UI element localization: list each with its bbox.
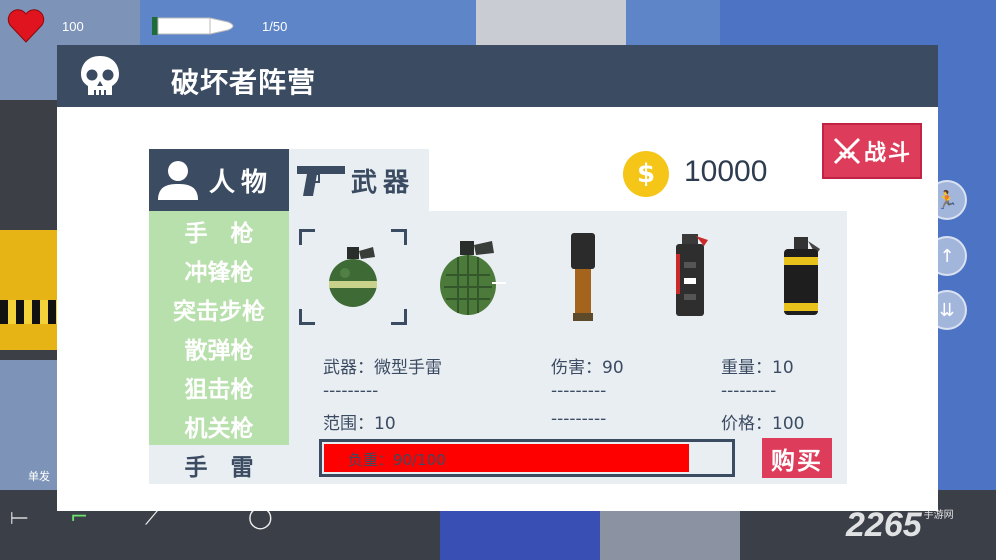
ground-blue xyxy=(440,510,600,560)
taxi xyxy=(0,230,60,350)
stat-damage: 伤害：90 xyxy=(551,358,624,378)
fire-mode-label: 单发 xyxy=(28,470,50,483)
coin-symbol: $ xyxy=(636,159,656,189)
pistol-icon xyxy=(297,166,345,196)
category-list: 手 枪 冲锋枪 突击步枪 散弹枪 狙击枪 机关枪 手 雷 xyxy=(149,211,289,484)
shoe-icon: ⇊ xyxy=(939,299,955,321)
category-label: 手 枪 xyxy=(184,220,254,247)
weapon-shop-modal: 破坏者阵营 战斗 $ 10000 人物 武器 手 枪 冲锋枪 突击步枪 散弹枪 … xyxy=(57,45,938,511)
watermark-sub: 手游网 xyxy=(923,510,954,521)
category-sniper[interactable]: 狙击枪 xyxy=(149,367,289,406)
bullet-icon xyxy=(152,17,234,35)
fight-label: 战斗 xyxy=(863,141,912,166)
watermark: 2265 手游网 xyxy=(846,506,954,545)
stat-price: 价格：100 xyxy=(721,414,805,434)
money-amount: 10000 xyxy=(684,155,768,188)
category-label: 突击步枪 xyxy=(173,298,265,325)
item-frag-grenade-small[interactable] xyxy=(299,229,407,325)
modal-title: 破坏者阵营 xyxy=(171,66,317,99)
item-flashbang[interactable] xyxy=(639,229,747,325)
item-frag-grenade[interactable] xyxy=(417,229,525,325)
ammo-counter: 1/50 xyxy=(262,19,288,34)
running-person-icon: 🏃 xyxy=(935,189,959,211)
category-label: 散弹枪 xyxy=(184,337,254,364)
stat-placeholder: --------- xyxy=(551,409,607,429)
load-label: 负重：90/100 xyxy=(348,451,446,469)
smoke-grenade-icon xyxy=(784,237,820,315)
selection-corner xyxy=(299,309,315,325)
category-shotgun[interactable]: 散弹枪 xyxy=(149,328,289,367)
selection-corner xyxy=(299,229,315,245)
heart-icon xyxy=(7,9,45,43)
weapon-panel: 武器：微型手雷 伤害：90 重量：10 --------- --------- … xyxy=(289,211,847,484)
category-assault-rifle[interactable]: 突击步枪 xyxy=(149,289,289,328)
flashbang-icon xyxy=(676,234,708,316)
tab-person[interactable]: 人物 xyxy=(149,149,289,211)
stat-weapon-name: 武器：微型手雷 xyxy=(323,358,442,378)
category-grenade[interactable]: 手 雷 xyxy=(149,445,289,484)
pillar xyxy=(476,0,626,46)
buy-button[interactable]: 购买 xyxy=(762,438,832,478)
category-label: 机关枪 xyxy=(184,415,254,442)
stat-range: 范围：10 xyxy=(323,414,396,434)
frag-grenade-small-icon xyxy=(329,247,377,307)
tab-weapon-label: 武器 xyxy=(351,167,416,198)
category-machine-gun[interactable]: 机关枪 xyxy=(149,406,289,445)
crossed-swords-icon xyxy=(833,137,861,165)
category-label: 狙击枪 xyxy=(184,376,254,403)
category-label: 手 雷 xyxy=(184,454,254,481)
item-list xyxy=(297,229,837,329)
item-stick-grenade[interactable] xyxy=(529,229,637,325)
fight-button[interactable]: 战斗 xyxy=(822,123,922,179)
stat-weight: 重量：10 xyxy=(721,358,794,378)
stick-grenade-icon xyxy=(571,233,595,321)
person-icon xyxy=(158,161,198,200)
selection-corner xyxy=(391,309,407,325)
watermark-text: 2265 xyxy=(846,506,922,544)
stat-placeholder: --------- xyxy=(323,381,379,401)
load-bar: 负重：90/100 xyxy=(319,439,735,477)
category-smg[interactable]: 冲锋枪 xyxy=(149,250,289,289)
frag-grenade-icon xyxy=(440,241,506,315)
skull-icon xyxy=(81,56,119,95)
item-smoke-grenade[interactable] xyxy=(749,229,857,325)
tab-weapon[interactable]: 武器 xyxy=(289,149,429,211)
health-value: 100 xyxy=(62,19,84,34)
category-label: 冲锋枪 xyxy=(184,259,254,286)
selection-corner xyxy=(391,229,407,245)
tab-person-label: 人物 xyxy=(209,167,274,198)
category-pistol[interactable]: 手 枪 xyxy=(149,211,289,250)
jump-icon: ↑ xyxy=(939,245,955,267)
stat-placeholder: --------- xyxy=(721,381,777,401)
weapon-slot-knife[interactable]: ⟝ xyxy=(10,505,28,530)
stat-placeholder: --------- xyxy=(551,381,607,401)
modal-header: 破坏者阵营 xyxy=(57,45,938,107)
knife-icon: ⟝ xyxy=(10,505,29,530)
coin-icon: $ xyxy=(623,151,669,197)
taxi-checker xyxy=(0,300,60,324)
